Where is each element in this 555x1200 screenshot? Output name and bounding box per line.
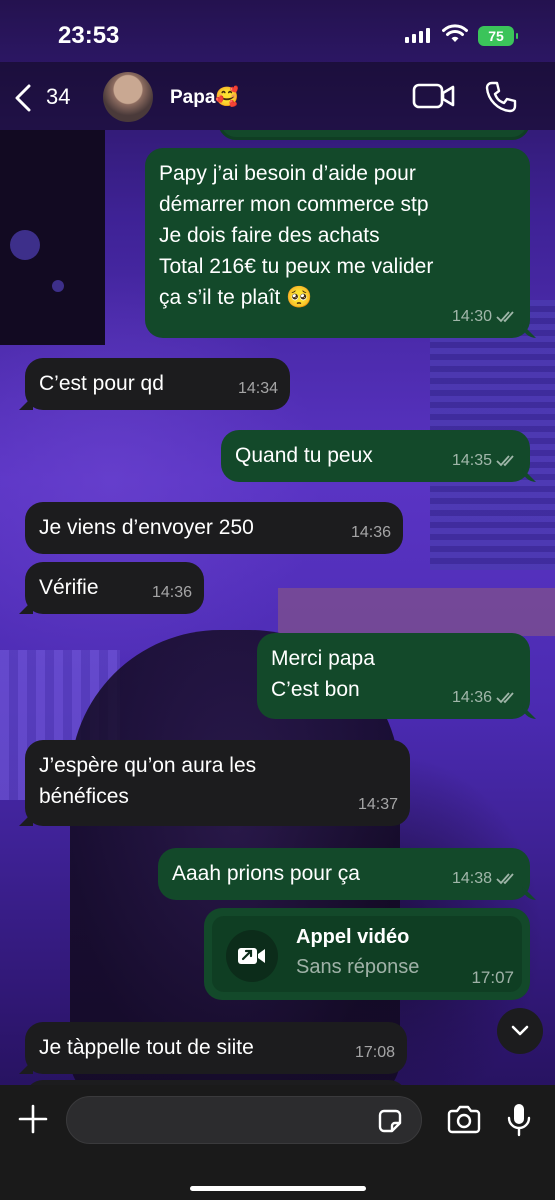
phone-icon[interactable] — [484, 80, 518, 114]
double-check-icon — [496, 310, 514, 322]
message-time: 14:34 — [237, 380, 278, 397]
message-bubble-outgoing[interactable]: Quand tu peux 14:35 — [221, 430, 530, 482]
status-bar: 23:53 75 — [0, 0, 555, 70]
camera-icon[interactable] — [446, 1105, 482, 1135]
back-unread-count[interactable]: 34 — [46, 84, 70, 110]
cellular-signal-icon — [405, 28, 430, 43]
message-list[interactable]: Papy j’ai besoin d’aide pour démarrer mo… — [0, 130, 555, 1085]
message-text: Papy j’ai besoin d’aide pour démarrer mo… — [159, 162, 434, 309]
message-bubble-outgoing[interactable]: Merci papa C’est bon 14:36 — [257, 633, 530, 719]
message-text: Je viens d’envoyer 250 — [39, 516, 254, 539]
double-check-icon — [496, 872, 514, 884]
message-time: 14:37 — [357, 796, 398, 813]
message-time: 14:30 — [451, 308, 492, 325]
battery-indicator: 75 — [478, 26, 518, 46]
message-bubble-incoming[interactable]: J’espère qu’on aura les bénéfices 14:37 — [25, 740, 410, 826]
battery-level: 75 — [488, 28, 504, 44]
chevron-down-icon — [511, 1025, 529, 1036]
call-status: Sans réponse — [296, 956, 420, 978]
plus-icon[interactable] — [17, 1103, 49, 1135]
home-indicator — [190, 1186, 366, 1191]
wifi-icon — [442, 24, 468, 42]
video-camera-icon[interactable] — [412, 82, 456, 110]
chevron-left-icon[interactable] — [14, 84, 32, 112]
message-input[interactable] — [66, 1096, 422, 1144]
message-time: 14:36 — [350, 524, 391, 541]
message-time: 14:35 — [451, 452, 492, 469]
contact-name[interactable]: Papa🥰 — [170, 85, 239, 109]
microphone-icon[interactable] — [506, 1102, 532, 1138]
message-text: Je tàppelle tout de siite — [39, 1036, 254, 1059]
message-time: 14:36 — [451, 689, 492, 706]
message-bubble-outgoing[interactable]: Papy j’ai besoin d’aide pour démarrer mo… — [145, 148, 530, 338]
message-time: 14:36 — [151, 584, 192, 601]
message-bubble-partial[interactable] — [218, 130, 530, 140]
composer-bar — [0, 1085, 555, 1200]
status-time: 23:53 — [58, 22, 120, 49]
call-card-inner: Appel vidéo Sans réponse 17:07 — [212, 916, 522, 992]
chat-header: 34 Papa🥰 — [0, 62, 555, 130]
double-check-icon — [496, 454, 514, 466]
call-time: 17:07 — [471, 968, 514, 987]
avatar[interactable] — [103, 72, 153, 122]
scroll-to-bottom-button[interactable] — [497, 1008, 543, 1054]
message-text: J’espère qu’on aura les bénéfices — [39, 754, 257, 808]
message-bubble-incoming[interactable]: Je tàppelle tout de siite 17:08 — [25, 1022, 407, 1074]
call-title: Appel vidéo — [296, 926, 410, 948]
message-bubble-incoming[interactable]: C’est pour qd 14:34 — [25, 358, 290, 410]
message-bubble-incoming[interactable]: Je viens d’envoyer 250 14:36 — [25, 502, 403, 554]
message-bubble-outgoing[interactable]: Aaah prions pour ça 14:38 — [158, 848, 530, 900]
missed-video-call-icon — [226, 930, 278, 982]
message-time: 17:08 — [354, 1044, 395, 1061]
video-call-message[interactable]: Appel vidéo Sans réponse 17:07 — [204, 908, 530, 1000]
message-bubble-incoming[interactable]: Vérifie 14:36 — [25, 562, 204, 614]
sticker-icon[interactable] — [376, 1107, 404, 1135]
message-time: 14:38 — [451, 870, 492, 887]
double-check-icon — [496, 691, 514, 703]
